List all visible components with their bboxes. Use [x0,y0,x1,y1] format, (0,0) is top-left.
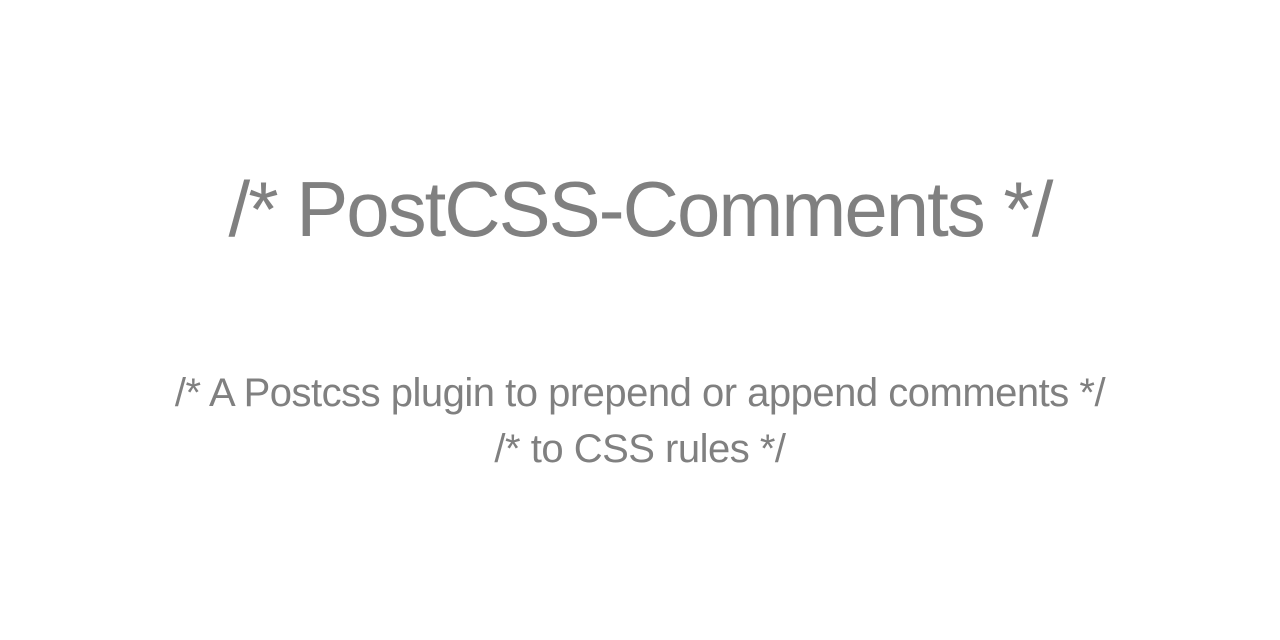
subtitle-line-1: /* A Postcss plugin to prepend or append… [175,365,1105,421]
page-subtitle: /* A Postcss plugin to prepend or append… [175,365,1105,477]
subtitle-line-2: /* to CSS rules */ [175,421,1105,477]
page-title: /* PostCSS-Comments */ [229,164,1052,255]
